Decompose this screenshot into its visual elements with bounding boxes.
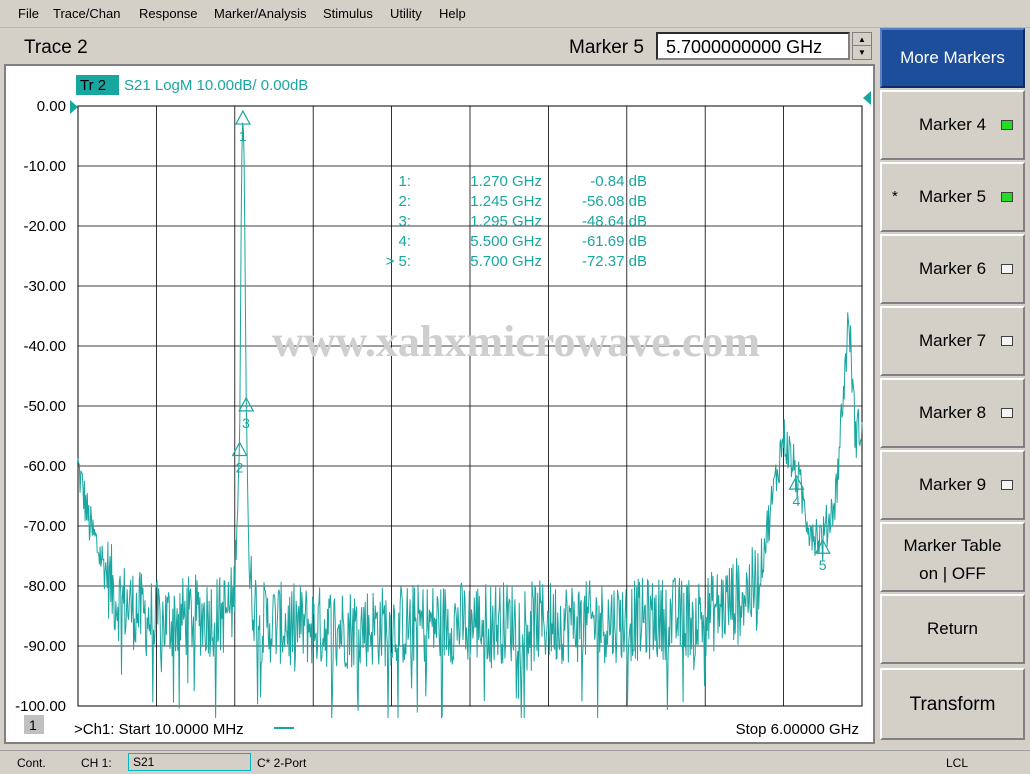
marker-table-value: -48.64 dB bbox=[582, 213, 647, 230]
marker-frequency-spinner[interactable]: ▲ ▼ bbox=[852, 32, 872, 60]
y-axis-ticks: 0.00 -10.00 -20.00 -30.00 -40.00 -50.00 -60.00… bbox=[15, 98, 66, 715]
softkey-label: Marker Table bbox=[903, 536, 1002, 555]
menu-trace-chan[interactable]: Trace/Chan bbox=[53, 6, 120, 21]
measurement-status[interactable]: S21 bbox=[128, 753, 251, 771]
marker-table-value: -72.37 dB bbox=[582, 253, 647, 270]
y-tick-label: -90.00 bbox=[23, 638, 66, 655]
marker-1-label: 1 bbox=[239, 128, 247, 144]
softkey-label: Return bbox=[926, 619, 979, 638]
marker-table-num: 2: bbox=[398, 193, 411, 210]
marker-indicator-icon bbox=[1001, 480, 1013, 490]
softkey-label: More Markers bbox=[900, 48, 1005, 67]
remote-status: LCL bbox=[946, 756, 969, 770]
softkey-marker-7[interactable]: Marker 7 bbox=[880, 306, 1025, 376]
marker-table-num: 4: bbox=[398, 233, 411, 250]
marker-1-triangle[interactable] bbox=[234, 109, 251, 125]
softkey-marker-5[interactable]: Marker 5 * bbox=[880, 162, 1025, 232]
marker-table-num: 1: bbox=[398, 173, 411, 190]
marker-frequency-input[interactable]: 5.7000000000 GHz bbox=[656, 32, 850, 60]
y-tick-label: -50.00 bbox=[23, 398, 66, 415]
reference-level-right-icon bbox=[863, 91, 871, 105]
softkey-transform[interactable]: Transform bbox=[880, 668, 1025, 740]
marker-indicator-icon bbox=[1001, 264, 1013, 274]
menu-file[interactable]: File bbox=[18, 6, 39, 21]
status-bar: Cont. CH 1: S21 C* 2-Port LCL bbox=[0, 750, 1030, 774]
marker-4-label: 4 bbox=[793, 493, 801, 509]
y-tick-label: -60.00 bbox=[23, 458, 66, 475]
marker-table-freq: 1.270 GHz bbox=[470, 173, 542, 190]
marker-3-label: 3 bbox=[242, 415, 250, 431]
softkey-marker-6[interactable]: Marker 6 bbox=[880, 234, 1025, 304]
calibration-status: C* 2-Port bbox=[257, 756, 307, 770]
marker-table-num: > 5: bbox=[386, 253, 411, 270]
marker-table-num: 3: bbox=[398, 213, 411, 230]
spin-down-icon[interactable]: ▼ bbox=[853, 46, 871, 59]
stop-frequency-label[interactable]: Stop 6.00000 GHz bbox=[736, 721, 859, 738]
trace-description: S21 LogM 10.00dB/ 0.00dB bbox=[124, 77, 308, 94]
y-tick-label: -20.00 bbox=[23, 218, 66, 235]
spin-up-icon[interactable]: ▲ bbox=[853, 33, 871, 46]
y-tick-label: -70.00 bbox=[23, 518, 66, 535]
marker-table-value: -61.69 dB bbox=[582, 233, 647, 250]
trace-tag[interactable]: Tr 2 bbox=[80, 77, 106, 94]
selected-indicator-icon: * bbox=[892, 188, 898, 205]
softkey-marker-table[interactable]: on | OFF Marker Table bbox=[880, 522, 1025, 592]
softkey-more-markers[interactable]: More Markers bbox=[880, 28, 1025, 88]
marker-table-freq: 5.500 GHz bbox=[470, 233, 542, 250]
marker-indicator-icon bbox=[1001, 408, 1013, 418]
marker-table-value: -0.84 dB bbox=[590, 173, 647, 190]
softkey-marker-8[interactable]: Marker 8 bbox=[880, 378, 1025, 448]
y-tick-label: -80.00 bbox=[23, 578, 66, 595]
trace-chart[interactable]: 0.00 -10.00 -20.00 -30.00 -40.00 -50.00 -60.00… bbox=[6, 66, 873, 742]
menu-stimulus[interactable]: Stimulus bbox=[323, 6, 373, 21]
marker-table-freq: 1.295 GHz bbox=[470, 213, 542, 230]
channel-status: CH 1: bbox=[81, 756, 112, 770]
y-tick-label: -40.00 bbox=[23, 338, 66, 355]
watermark: www.xahxmicrowave.com bbox=[272, 317, 760, 366]
marker-2-label: 2 bbox=[236, 459, 244, 475]
menu-bar: File Trace/Chan Response Marker/Analysis… bbox=[0, 0, 1030, 28]
marker-indicator-icon bbox=[1001, 192, 1013, 202]
plot-area[interactable]: 0.00 -10.00 -20.00 -30.00 -40.00 -50.00 -60.00… bbox=[4, 64, 875, 744]
softkey-state-label: on | OFF bbox=[919, 564, 986, 583]
menu-response[interactable]: Response bbox=[139, 6, 198, 21]
menu-marker-analysis[interactable]: Marker/Analysis bbox=[214, 6, 306, 21]
marker-table-value: -56.08 dB bbox=[582, 193, 647, 210]
y-tick-label: -30.00 bbox=[23, 278, 66, 295]
marker-table-freq: 5.700 GHz bbox=[470, 253, 542, 270]
trace-title: Trace 2 bbox=[24, 37, 88, 58]
y-tick-label: 0.00 bbox=[37, 98, 66, 115]
softkey-marker-9[interactable]: Marker 9 bbox=[880, 450, 1025, 520]
marker-table: 1: 1.270 GHz -0.84 dB 2: 1.245 GHz -56.08 dB 3… bbox=[386, 173, 647, 270]
menu-utility[interactable]: Utility bbox=[390, 6, 422, 21]
marker-table-freq: 1.245 GHz bbox=[470, 193, 542, 210]
trace-title-bar: Trace 2 Marker 5 5.7000000000 GHz ▲ ▼ bbox=[4, 30, 875, 64]
marker-indicator-icon bbox=[1001, 336, 1013, 346]
marker-5-label: 5 bbox=[819, 557, 827, 573]
softkey-label: Transform bbox=[909, 694, 996, 715]
reference-level-left-icon bbox=[70, 100, 78, 114]
menu-help[interactable]: Help bbox=[439, 6, 466, 21]
active-marker-label: Marker 5 bbox=[569, 37, 644, 58]
y-tick-label: -10.00 bbox=[23, 158, 66, 175]
softkey-return[interactable]: Return bbox=[880, 594, 1025, 664]
marker-indicator-icon bbox=[1001, 120, 1013, 130]
y-tick-label: -100.00 bbox=[15, 698, 66, 715]
start-frequency-label[interactable]: >Ch1: Start 10.0000 MHz bbox=[74, 721, 244, 738]
softkey-marker-4[interactable]: Marker 4 bbox=[880, 90, 1025, 160]
channel-badge[interactable]: 1 bbox=[29, 717, 37, 733]
sweep-mode: Cont. bbox=[17, 756, 46, 770]
